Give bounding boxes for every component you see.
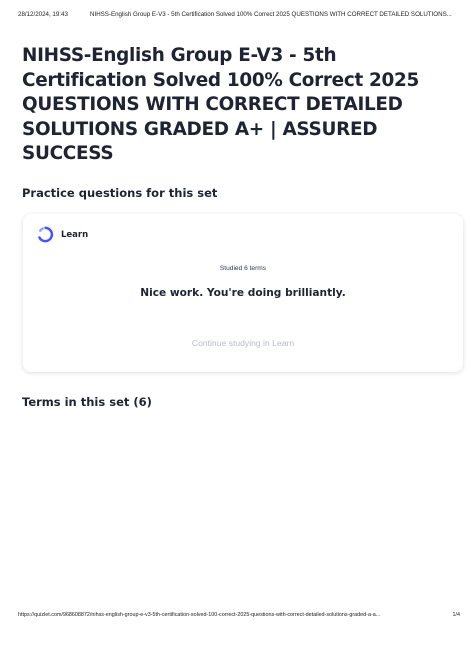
print-doc-title: NIHSS-English Group E-V3 - 5th Certifica… [90, 11, 452, 18]
studied-count: Studied 6 terms [219, 265, 267, 272]
learn-mode-link[interactable]: Learn [37, 226, 88, 243]
learn-label: Learn [61, 229, 89, 240]
learn-progress-icon [37, 226, 54, 243]
practice-card: Learn Studied 6 terms Nice work. You're … [23, 214, 463, 372]
print-url: https://quizlet.com/968608872/nihss-engl… [18, 612, 381, 618]
terms-heading: Terms in this set (6) [22, 395, 152, 409]
set-title: NIHSS-English Group E-V3 - 5th Certifica… [22, 45, 420, 164]
print-header: 28/12/2024, 19:43 NIHSS-English Group E-V… [18, 11, 468, 18]
print-footer: https://quizlet.com/968608872/nihss-engl… [18, 612, 468, 618]
page-number: 1/4 [452, 612, 461, 618]
print-datetime: 28/12/2024, 19:43 [18, 11, 68, 18]
practice-heading: Practice questions for this set [22, 186, 218, 200]
continue-learn-button[interactable]: Continue studying in Learn [192, 338, 294, 348]
encouragement-message: Nice work. You're doing brilliantly. [140, 287, 346, 299]
